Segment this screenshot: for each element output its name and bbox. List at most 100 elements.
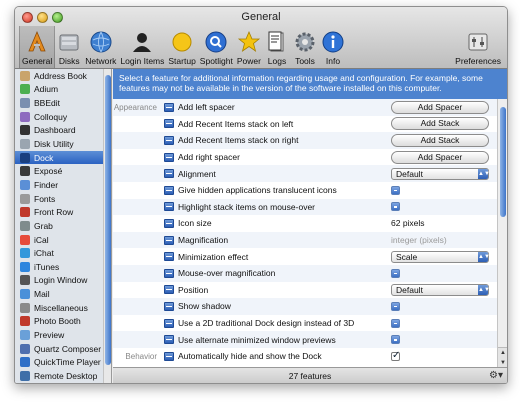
- fonts-icon: [20, 193, 30, 204]
- sidebar-item-label: Remote Desktop: [34, 370, 98, 381]
- mixed-checkbox[interactable]: [391, 301, 400, 311]
- sidebar-item-fonts[interactable]: Fonts: [15, 192, 111, 206]
- sidebar-item-preview[interactable]: Preview: [15, 328, 111, 342]
- list-item[interactable]: Use alternate minimized window previews: [113, 331, 497, 348]
- sidebar-item-quartz-composer[interactable]: Quartz Composer: [15, 342, 111, 356]
- sidebar-item-finder[interactable]: Finder: [15, 178, 111, 192]
- sidebar-item-address-book[interactable]: Address Book: [15, 69, 111, 83]
- sidebar-item-expose[interactable]: Exposé: [15, 164, 111, 178]
- mixed-checkbox[interactable]: [391, 335, 400, 345]
- feature-list-scroll-thumb[interactable]: [500, 107, 506, 217]
- sidebar-item-ichat[interactable]: iChat: [15, 246, 111, 260]
- feature-label: Use a 2D traditional Dock design instead…: [178, 318, 355, 329]
- list-item[interactable]: Alignment Default ▲▼: [113, 165, 497, 182]
- feature-label: Mouse-over magnification: [178, 268, 276, 279]
- status-bar: 27 features ⚙▾: [113, 367, 507, 383]
- sidebar-item-remote-desktop[interactable]: Remote Desktop: [15, 369, 111, 383]
- login-window-icon: [20, 275, 30, 286]
- list-item[interactable]: Behavior Automatically hide and show the…: [113, 348, 497, 365]
- mixed-checkbox[interactable]: [391, 318, 400, 328]
- add-spacer-button[interactable]: Add Spacer: [391, 150, 489, 164]
- sidebar-item-quicktime-player[interactable]: QuickTime Player: [15, 355, 111, 369]
- sidebar-item-miscellaneous[interactable]: Miscellaneous: [15, 301, 111, 315]
- position-popup[interactable]: Default ▲▼: [391, 283, 490, 296]
- ichat-icon: [20, 248, 30, 259]
- toolbar-network[interactable]: Network: [83, 26, 118, 68]
- list-item[interactable]: Give hidden applications translucent ico…: [113, 182, 497, 199]
- feature-label: Minimization effect: [178, 251, 249, 262]
- sidebar-item-label: Dashboard: [34, 125, 76, 136]
- list-item[interactable]: Icon size 62 pixels: [113, 215, 497, 232]
- toolbar: General Disks Network Login Items Startu…: [19, 26, 503, 68]
- sidebar-item-label: Colloquy: [34, 111, 68, 122]
- toolbar-disks[interactable]: Disks: [55, 26, 83, 68]
- sidebar-item-label: Dock: [34, 152, 54, 163]
- sidebar-item-login-window[interactable]: Login Window: [15, 274, 111, 288]
- info-icon: [321, 30, 345, 54]
- sidebar-item-disk-utility[interactable]: Disk Utility: [15, 137, 111, 151]
- sidebar-scrollbar[interactable]: [103, 69, 111, 383]
- sidebar-item-grab[interactable]: Grab: [15, 219, 111, 233]
- list-item[interactable]: Add Recent Items stack on left Add Stack: [113, 116, 497, 133]
- toolbar-startup[interactable]: Startup: [166, 26, 197, 68]
- toolbar-tools[interactable]: Tools: [291, 26, 319, 68]
- sidebar-item-adium[interactable]: Adium: [15, 83, 111, 97]
- sidebar-item-photo-booth[interactable]: Photo Booth: [15, 315, 111, 329]
- list-item[interactable]: Use a 2D traditional Dock design instead…: [113, 315, 497, 332]
- sidebar-item-label: iCal: [34, 234, 49, 245]
- front-row-icon: [20, 207, 30, 218]
- sidebar-item-front-row[interactable]: Front Row: [15, 205, 111, 219]
- sidebar-item-dock[interactable]: Dock: [15, 150, 111, 165]
- mixed-checkbox[interactable]: [391, 202, 400, 212]
- list-item[interactable]: Add right spacer Add Spacer: [113, 149, 497, 166]
- list-item[interactable]: Appearance Add left spacer Add Spacer: [113, 99, 497, 116]
- toolbar-spotlight[interactable]: Spotlight: [198, 26, 235, 68]
- mixed-checkbox[interactable]: [391, 268, 400, 278]
- alignment-popup[interactable]: Default ▲▼: [391, 167, 490, 180]
- spotlight-icon: [204, 30, 228, 54]
- gear-icon[interactable]: ⚙▾: [489, 370, 503, 382]
- sidebar-item-ical[interactable]: iCal: [15, 233, 111, 247]
- quicktime-player-icon: [20, 357, 30, 368]
- checked-checkbox[interactable]: [391, 350, 400, 361]
- feature-list-scrollbar[interactable]: ▲ ▼: [497, 99, 507, 367]
- sidebar-item-itunes[interactable]: iTunes: [15, 260, 111, 274]
- list-item[interactable]: Position Default ▲▼: [113, 282, 497, 299]
- toolbar-power[interactable]: Power: [235, 26, 263, 68]
- list-item[interactable]: Mouse-over magnification: [113, 264, 497, 282]
- toolbar-general[interactable]: General: [19, 26, 56, 68]
- dock-feature-icon: [164, 152, 174, 162]
- sidebar-scroll-thumb[interactable]: [105, 75, 111, 365]
- feature-label: Magnification: [178, 235, 229, 246]
- preferences-icon: [466, 30, 490, 54]
- sidebar-item-bbedit[interactable]: BBEdit: [15, 96, 111, 110]
- preview-icon: [20, 329, 30, 340]
- minimization-effect-popup[interactable]: Scale ▲▼: [391, 250, 490, 263]
- toolbar-label: Login Items: [120, 56, 165, 66]
- add-spacer-button[interactable]: Add Spacer: [391, 100, 489, 114]
- list-item[interactable]: Show shadow: [113, 298, 497, 315]
- scroll-arrows-icon[interactable]: ▲ ▼: [498, 347, 507, 367]
- sidebar-item-dashboard[interactable]: Dashboard: [15, 124, 111, 138]
- dock-feature-icon: [164, 252, 174, 262]
- add-stack-button[interactable]: Add Stack: [391, 133, 489, 147]
- toolbar-logs[interactable]: Logs: [263, 26, 291, 68]
- list-item[interactable]: Add Recent Items stack on right Add Stac…: [113, 132, 497, 149]
- list-item[interactable]: Magnification integer (pixels): [113, 231, 497, 249]
- magnification-field[interactable]: integer (pixels): [391, 235, 447, 245]
- sidebar-item-colloquy[interactable]: Colloquy: [15, 110, 111, 124]
- sidebar-item-mail[interactable]: Mail: [15, 287, 111, 301]
- icon-size-value[interactable]: 62 pixels: [391, 218, 425, 228]
- colloquy-icon: [20, 111, 30, 122]
- add-stack-button[interactable]: Add Stack: [391, 117, 489, 131]
- list-item[interactable]: Minimization effect Scale ▲▼: [113, 248, 497, 265]
- popup-arrows-icon: ▲▼: [478, 251, 490, 262]
- sidebar-item-label: Address Book: [34, 70, 87, 81]
- toolbar-login-items[interactable]: Login Items: [118, 26, 166, 68]
- toolbar-preferences[interactable]: Preferences: [453, 26, 503, 68]
- feature-label: Use alternate minimized window previews: [178, 334, 336, 345]
- mixed-checkbox[interactable]: [391, 185, 400, 195]
- toolbar-info[interactable]: Info: [319, 26, 347, 68]
- list-item[interactable]: Highlight stack items on mouse-over: [113, 198, 497, 216]
- feature-label: Give hidden applications translucent ico…: [178, 185, 337, 196]
